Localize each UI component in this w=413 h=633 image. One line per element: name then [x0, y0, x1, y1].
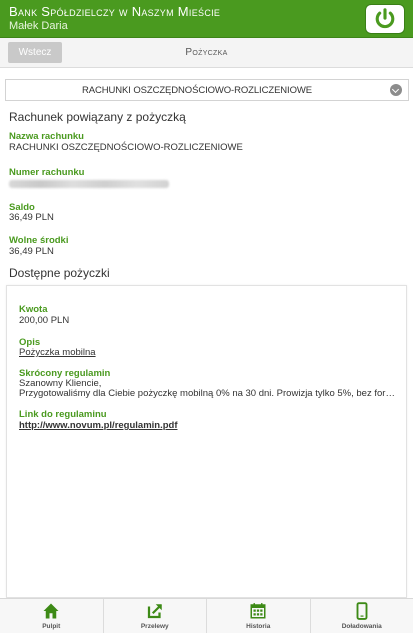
- bottom-nav: Pulpit Przelewy Historia Doładowania: [0, 598, 413, 633]
- amount-value: 200,00 PLN: [19, 315, 70, 326]
- calendar-icon: [250, 603, 266, 619]
- account-select-value: RACHUNKI OSZCZĘDNOŚCIOWO-ROZLICZENIOWE: [81, 85, 312, 96]
- loan-card[interactable]: Kwota 200,00 PLN Opis Pożyczka mobilna S…: [6, 285, 407, 598]
- account-number-label: Numer rachunku: [9, 167, 85, 178]
- phone-icon: [356, 602, 368, 620]
- nav-label: Historia: [246, 623, 271, 630]
- balance-value: 36,49 PLN: [9, 212, 54, 223]
- app-header: Bank Spółdzielczy w Naszym Mieście Małek…: [0, 0, 413, 38]
- nav-label: Pulpit: [42, 623, 61, 630]
- power-icon: [375, 8, 395, 29]
- nav-label: Przelewy: [140, 623, 169, 630]
- logout-button[interactable]: [365, 4, 405, 34]
- nav-label: Doładowania: [341, 623, 382, 630]
- transfer-icon: [147, 604, 162, 619]
- available-funds-label: Wolne środki: [9, 235, 69, 246]
- account-select[interactable]: RACHUNKI OSZCZĘDNOŚCIOWO-ROZLICZENIOWE: [5, 79, 409, 101]
- description-value[interactable]: Pożyczka mobilna: [19, 347, 96, 358]
- nav-item-przelewy[interactable]: Przelewy: [103, 599, 207, 633]
- nav-item-doladowania[interactable]: Doładowania: [310, 599, 413, 633]
- account-name-label: Nazwa rachunku: [9, 131, 84, 142]
- page-title: Pożyczka: [185, 47, 228, 58]
- amount-label: Kwota: [19, 304, 48, 315]
- account-name-value: RACHUNKI OSZCZĘDNOŚCIOWO-ROZLICZENIOWE: [9, 142, 243, 153]
- terms-link[interactable]: http://www.novum.pl/regulamin.pdf: [19, 420, 178, 431]
- bank-name: Bank Spółdzielczy w Naszym Mieście: [9, 4, 221, 19]
- terms-link-label: Link do regulaminu: [19, 409, 107, 420]
- linked-account-heading: Rachunek powiązany z pożyczką: [9, 110, 186, 124]
- nav-item-historia[interactable]: Historia: [207, 599, 311, 633]
- home-icon: [43, 603, 59, 619]
- available-funds-value: 36,49 PLN: [9, 246, 54, 257]
- available-loans-heading: Dostępne pożyczki: [9, 266, 110, 280]
- user-name: Małek Daria: [9, 20, 68, 32]
- chevron-down-icon: [390, 84, 402, 96]
- terms-text: Przygotowaliśmy dla Ciebie pożyczkę mobi…: [19, 388, 401, 399]
- nav-item-pulpit[interactable]: Pulpit: [0, 599, 104, 633]
- title-bar: Wstecz Pożyczka: [0, 38, 413, 68]
- account-number-value-blurred: [9, 180, 169, 188]
